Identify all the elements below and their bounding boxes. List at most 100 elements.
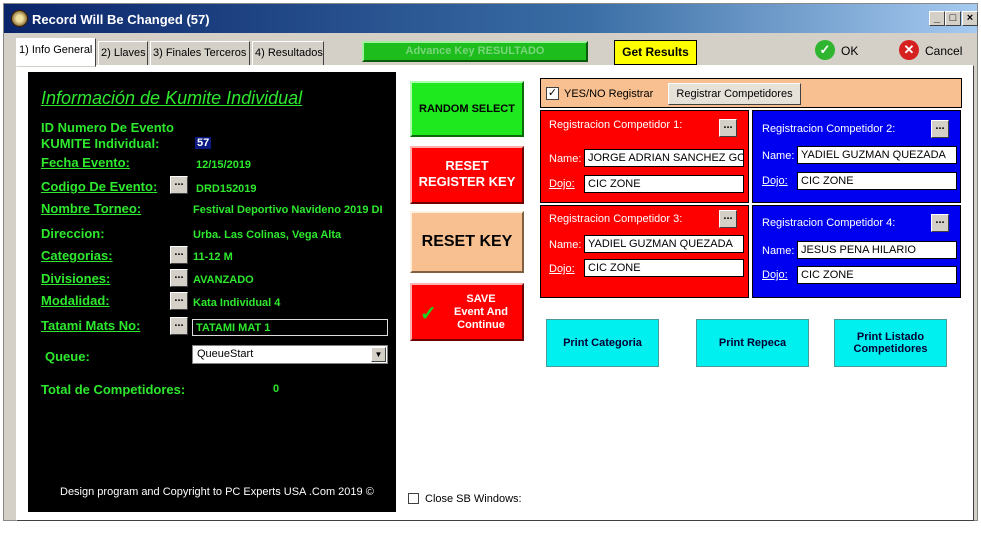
fecha-label: Fecha Evento: [41,155,130,170]
check-icon: ✓ [815,40,835,60]
id-value: 57 [195,137,212,149]
close-sb-checkbox[interactable] [408,493,419,504]
title-bar[interactable]: Record Will Be Changed (57) _ □ × [4,4,978,33]
competitor-1-dojo-label: Dojo: [549,178,575,190]
categorias-label: Categorias: [41,248,113,263]
chevron-down-icon[interactable]: ▼ [371,347,386,362]
close-sb-label: Close SB Windows: [425,493,522,505]
competitor-2-dojo-field[interactable]: CIC ZONE [797,172,957,190]
torneo-label: Nombre Torneo: [41,201,142,216]
tab-label: 4) Resultados [255,47,323,59]
divisiones-value: AVANZADO [193,274,254,286]
competitor-1-name-field[interactable]: JORGE ADRIAN SANCHEZ GO [584,149,744,167]
tab-info-general[interactable]: 1) Info General [16,38,96,67]
tatami-field[interactable]: TATAMI MAT 1 [192,319,388,336]
tab-label: 3) Finales Terceros [153,47,247,59]
random-select-button[interactable]: RANDOM SELECT [410,81,524,137]
cancel-x-icon: ✕ [899,40,919,60]
competitor-3-dojo-field[interactable]: CIC ZONE [584,259,744,277]
competitor-3-name-label: Name: [549,239,582,251]
competitor-4-box: Registracion Competidor 4: ... Name: JES… [752,205,961,298]
reset-register-key-button[interactable]: RESET REGISTER KEY [410,146,524,204]
competitor-3-box: Registracion Competidor 3: ... Name: YAD… [540,205,749,298]
total-value: 0 [273,383,280,395]
get-results-button[interactable]: Get Results [614,40,697,65]
print-listado-button[interactable]: Print Listado Competidores [834,319,947,367]
competitor-4-name-field[interactable]: JESUS PENA HILARIO [797,241,957,259]
modalidad-browse-button[interactable]: ... [170,292,188,310]
competitor-4-title: Registracion Competidor 4: [762,217,896,229]
categorias-value: 11-12 M [193,251,233,263]
competitor-3-name-field[interactable]: YADIEL GUZMAN QUEZADA [584,235,744,253]
queue-label: Queue: [45,349,90,364]
competitor-1-browse-button[interactable]: ... [719,119,737,137]
tab-resultados[interactable]: 4) Resultados [252,41,324,66]
categorias-browse-button[interactable]: ... [170,246,188,264]
competitor-3-dojo-label: Dojo: [549,263,575,275]
cancel-button[interactable]: ✕ Cancel [899,40,969,64]
direccion-label: Direccion: [41,226,105,241]
codigo-label: Codigo De Evento: [41,179,158,194]
tab-label: 1) Info General [19,44,93,56]
window-title: Record Will Be Changed (57) [32,12,210,27]
tab-finales-terceros[interactable]: 3) Finales Terceros [150,41,250,66]
competitor-3-browse-button[interactable]: ... [719,210,737,228]
registrar-competidores-button[interactable]: Registrar Competidores [668,83,801,105]
save-line2: Event And [454,306,508,318]
advance-key-button[interactable]: Advance Key RESULTADO [362,41,588,62]
direccion-value: Urba. Las Colinas, Vega Alta [193,229,342,241]
close-button[interactable]: × [962,11,978,26]
competitor-3-title: Registracion Competidor 3: [549,213,683,225]
queue-select[interactable]: QueueStart ▼ [192,345,388,364]
id-label-line2: KUMITE Individual: [41,136,160,151]
competitor-4-browse-button[interactable]: ... [931,214,949,232]
tab-label: 2) Llaves [101,47,146,59]
codigo-value: DRD152019 [196,183,257,195]
panel-heading: Información de Kumite Individual [41,88,303,108]
tab-llaves[interactable]: 2) Llaves [98,41,148,66]
reset-key-button[interactable]: RESET KEY [410,211,524,273]
competitor-2-title: Registracion Competidor 2: [762,123,896,135]
ok-button[interactable]: ✓ OK [815,40,875,64]
copyright-text: Design program and Copyright to PC Exper… [60,486,374,498]
save-event-button[interactable]: ✓ SAVE Event And Continue [410,283,524,341]
tatami-browse-button[interactable]: ... [170,317,188,335]
save-line1: SAVE [466,293,496,305]
torneo-value: Festival Deportivo Navideno 2019 DI [193,204,383,216]
divisiones-browse-button[interactable]: ... [170,269,188,287]
competitor-2-name-label: Name: [762,150,795,162]
cancel-label: Cancel [925,44,963,58]
save-line3: Continue [457,319,505,331]
print-repeca-button[interactable]: Print Repeca [696,319,809,367]
tatami-label: Tatami Mats No: [41,318,141,333]
competitor-4-name-label: Name: [762,245,795,257]
divisiones-label: Divisiones: [41,271,111,286]
competitor-4-dojo-field[interactable]: CIC ZONE [797,266,957,284]
save-label: SAVE Event And Continue [446,293,516,332]
dialog-window: Record Will Be Changed (57) _ □ × 1) Inf… [3,3,978,521]
competitor-2-name-field[interactable]: YADIEL GUZMAN QUEZADA [797,146,957,164]
competitor-4-dojo-label: Dojo: [762,269,788,281]
codigo-browse-button[interactable]: ... [170,176,188,194]
competitor-1-box: Registracion Competidor 1: ... Name: JOR… [540,110,749,203]
ok-label: OK [841,44,859,58]
registration-header: ✓ YES/NO Registrar Registrar Competidore… [540,78,962,108]
yes-no-checkbox[interactable]: ✓ [546,87,559,100]
modalidad-value: Kata Individual 4 [193,297,281,309]
print-listado-line1: Print Listado [856,331,925,343]
competitor-2-dojo-label: Dojo: [762,175,788,187]
checkmark-icon: ✓ [420,303,437,325]
maximize-button[interactable]: □ [945,11,961,26]
reset-register-line2: REGISTER KEY [418,174,516,189]
fecha-value: 12/15/2019 [196,159,252,171]
reset-register-line1: RESET [445,158,489,173]
competitor-1-dojo-field[interactable]: CIC ZONE [584,175,744,193]
competitor-2-box: Registracion Competidor 2: ... Name: YAD… [752,110,961,203]
print-categoria-button[interactable]: Print Categoria [546,319,659,367]
minimize-button[interactable]: _ [929,11,945,26]
competitor-1-name-label: Name: [549,153,582,165]
kumite-info-panel: Información de Kumite Individual ID Nume… [28,72,396,512]
queue-selected-value: QueueStart [197,348,254,360]
competitor-2-browse-button[interactable]: ... [931,120,949,138]
competitor-1-title: Registracion Competidor 1: [549,119,683,131]
